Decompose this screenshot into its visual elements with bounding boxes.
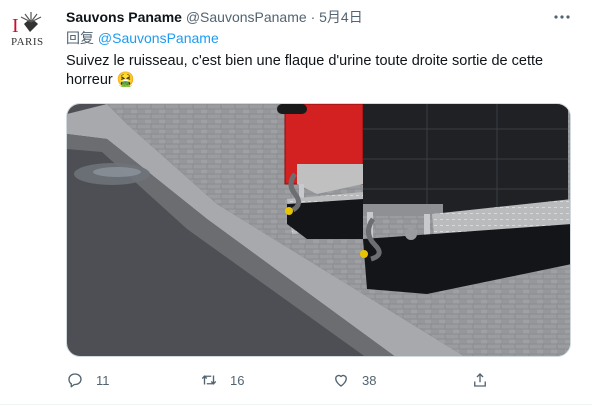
tweet-header: Sauvons Paname @SauvonsPaname · 5月4日 [66,7,552,27]
retweet-icon [201,375,217,385]
like-count: 38 [362,372,377,388]
retweet-button[interactable]: 16 [200,368,244,392]
reply-context: 回复 @SauvonsPaname [66,29,219,47]
display-name[interactable]: Sauvons Paname [66,9,182,25]
user-handle[interactable]: @SauvonsPaname [186,9,307,25]
tweet-text: Suivez le ruisseau, c'est bien une flaqu… [66,53,544,88]
avatar[interactable]: I PARIS [8,8,54,54]
share-button[interactable] [471,368,501,392]
retweet-count: 16 [230,372,245,388]
reply-button[interactable]: 11 [66,368,110,392]
tweet-card[interactable]: I PARIS Sauvons Paname @SauvonsPaname · … [0,0,592,405]
share-icon [474,373,486,387]
more-dots-icon [554,15,570,19]
tweet-actions-bar: 11 16 38 [66,368,516,392]
like-button[interactable]: 38 [332,368,376,392]
avatar-caption: PARIS [11,36,44,48]
separator-dot: · [310,9,316,25]
reply-bubble-icon [68,373,82,388]
reply-count: 11 [96,372,110,388]
heart-icon [335,374,347,387]
timestamp[interactable]: 5月4日 [319,9,363,25]
reply-mention-link[interactable]: @SauvonsPaname [98,30,219,46]
avatar-letter: I [12,15,19,37]
reply-prefix: 回复 [66,30,94,46]
tweet-media-photo[interactable] [66,103,571,357]
more-options-button[interactable] [550,5,574,29]
photo-street-toilet-icon [67,104,570,356]
